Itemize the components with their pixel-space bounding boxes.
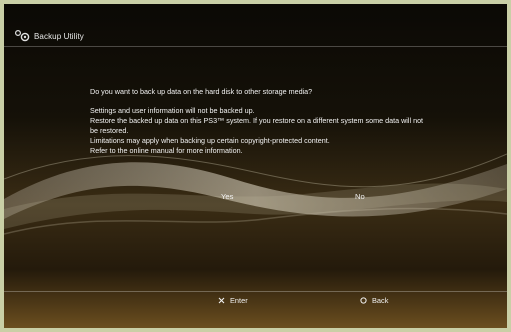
- back-hint[interactable]: Back: [360, 296, 388, 305]
- backup-utility-icon: [14, 29, 30, 42]
- back-label: Back: [372, 296, 389, 305]
- enter-hint[interactable]: Enter: [218, 296, 248, 305]
- cross-icon: [218, 297, 225, 304]
- no-button[interactable]: No: [355, 192, 365, 201]
- dialog-line-1: Settings and user information will not b…: [90, 106, 255, 115]
- footer-divider: [4, 291, 507, 292]
- dialog-line-4: Limitations may apply when backing up ce…: [90, 136, 330, 145]
- ps3-screen: Backup Utility Do you want to back up da…: [4, 4, 507, 328]
- circle-icon: [360, 297, 367, 304]
- enter-label: Enter: [230, 296, 248, 305]
- background-wave: [4, 153, 507, 235]
- dialog-question: Do you want to back up data on the hard …: [90, 87, 313, 96]
- dialog-line-3: be restored.: [90, 126, 129, 135]
- dialog-line-2: Restore the backed up data on this PS3™ …: [90, 116, 424, 125]
- page-title: Backup Utility: [34, 32, 84, 41]
- yes-button[interactable]: Yes: [221, 192, 233, 201]
- dialog-line-5: Refer to the online manual for more info…: [90, 146, 243, 155]
- title-bar: Backup Utility: [4, 4, 507, 47]
